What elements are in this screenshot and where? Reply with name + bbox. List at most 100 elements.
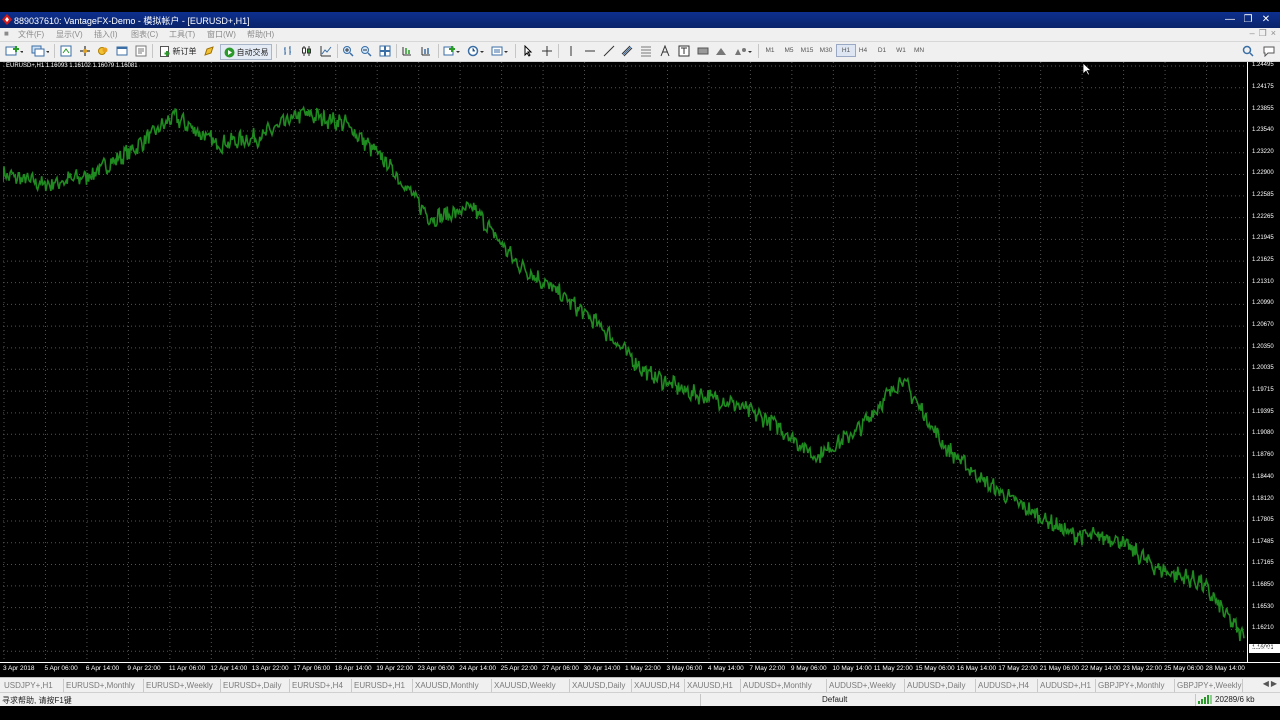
chart-tab[interactable]: EURUSD+,H4	[290, 679, 352, 692]
chart-tab[interactable]: USDJPY+,H1	[2, 679, 64, 692]
timeframe-m5[interactable]: M5	[780, 45, 798, 57]
new-order-button[interactable]: 新订单	[157, 44, 199, 58]
auto-scroll-icon[interactable]	[400, 44, 414, 58]
mdi-close-icon[interactable]: ×	[1271, 28, 1276, 39]
price-tick-label: 1.20670	[1252, 322, 1274, 329]
time-tick-label: 22 May 14:00	[1081, 665, 1121, 672]
mdi-restore-icon[interactable]: ❐	[1259, 28, 1267, 39]
zoom-out-icon[interactable]	[359, 44, 373, 58]
chart-tab[interactable]: XAUUSD,H1	[685, 679, 741, 692]
chart-tab[interactable]: AUDUSD+,Monthly	[741, 679, 827, 692]
chart-tab[interactable]: EURUSD+,H1	[352, 679, 413, 692]
tile-windows-icon[interactable]	[378, 44, 392, 58]
chart-shift-icon[interactable]	[419, 44, 433, 58]
vertical-line-icon[interactable]	[564, 44, 578, 58]
trendline-icon[interactable]	[602, 44, 616, 58]
terminal-icon[interactable]	[115, 44, 129, 58]
menu-charts[interactable]: 图表(C)	[131, 29, 158, 40]
tab-scroll-right-icon[interactable]: ▶	[1271, 679, 1277, 688]
autotrading-button[interactable]: 自动交易	[220, 44, 272, 60]
restore-button[interactable]: ❐	[1240, 13, 1256, 26]
line-chart-icon[interactable]	[319, 44, 333, 58]
price-tick-label: 1.18760	[1252, 452, 1274, 459]
chart-tab[interactable]: EURUSD+,Weekly	[144, 679, 221, 692]
periodicity-button[interactable]	[466, 44, 486, 58]
time-tick-label: 25 Apr 22:00	[500, 665, 538, 672]
price-axis[interactable]: 1.16081 1.24495 1.24175 1.23855 1.23540 1.23…	[1247, 62, 1280, 662]
new-chart-button[interactable]	[4, 44, 24, 58]
tab-scroll-left-icon[interactable]: ◀	[1263, 679, 1269, 688]
chart-tab[interactable]: AUDUSD+,Daily	[905, 679, 976, 692]
close-button[interactable]: ✕	[1258, 13, 1274, 26]
equidistant-channel-icon[interactable]	[620, 44, 634, 58]
zoom-in-icon[interactable]	[341, 44, 355, 58]
meta-editor-icon[interactable]	[202, 44, 216, 58]
timeframe-w1[interactable]: W1	[892, 45, 910, 57]
search-icon[interactable]	[1241, 44, 1255, 58]
text-label-icon[interactable]	[677, 44, 691, 58]
cursor-tool-icon[interactable]	[521, 44, 535, 58]
time-tick-label: 19 Apr 22:00	[376, 665, 414, 672]
chart-tab[interactable]: XAUUSD,H4	[632, 679, 685, 692]
price-tick-label: 1.20350	[1252, 343, 1274, 350]
arrow-mark-icon[interactable]	[714, 44, 728, 58]
chart-tab[interactable]: EURUSD+,Daily	[221, 679, 290, 692]
price-tick-label: 1.22585	[1252, 191, 1274, 198]
timeframe-mn[interactable]: MN	[910, 45, 928, 57]
price-tick-label: 1.21310	[1252, 278, 1274, 285]
price-tick-label: 1.21945	[1252, 235, 1274, 242]
mdi-minimize-icon[interactable]: –	[1250, 28, 1255, 39]
crosshair-tool-icon[interactable]	[540, 44, 554, 58]
menu-view[interactable]: 显示(V)	[56, 29, 83, 40]
time-tick-label: 27 Apr 06:00	[542, 665, 579, 672]
price-tick-label: 1.24495	[1252, 62, 1274, 68]
menu-help[interactable]: 帮助(H)	[247, 29, 274, 40]
more-objects-button[interactable]	[733, 44, 755, 58]
main-toolbar: 新订单 自动交易 M1 M5 M15 M30 H1 H4 D1 W1 MN	[0, 42, 1280, 62]
profiles-button[interactable]	[30, 44, 50, 58]
text-tool-icon[interactable]	[658, 44, 672, 58]
minimize-button[interactable]: —	[1222, 13, 1238, 26]
navigator-icon[interactable]	[96, 44, 110, 58]
timeframe-m15[interactable]: M15	[798, 45, 816, 57]
timeframe-h4[interactable]: H4	[854, 45, 872, 57]
price-chart[interactable]: EURUSD+,H1 1.16093 1.16102 1.16079 1.160…	[3, 62, 1247, 662]
price-tick-label: 1.17165	[1252, 560, 1274, 567]
market-watch-icon[interactable]	[59, 44, 73, 58]
price-tick-label: 1.23855	[1252, 105, 1274, 112]
menu-file[interactable]: 文件(F)	[18, 29, 44, 40]
chart-tab[interactable]: AUDUSD+,H1	[1038, 679, 1096, 692]
chart-tab[interactable]: AUDUSD+,H4	[976, 679, 1038, 692]
strategy-tester-icon[interactable]	[134, 44, 148, 58]
chart-tab[interactable]: GBPJPY+,Monthly	[1096, 679, 1175, 692]
status-profile[interactable]: Default	[822, 695, 847, 704]
data-window-icon[interactable]	[78, 44, 92, 58]
timeframe-d1[interactable]: D1	[873, 45, 891, 57]
chart-tab[interactable]: EURUSD+,Monthly	[64, 679, 144, 692]
timeframe-h1[interactable]: H1	[836, 44, 856, 57]
toolbar-separator	[152, 44, 153, 58]
menu-window[interactable]: 窗口(W)	[207, 29, 236, 40]
horizontal-line-icon[interactable]	[583, 44, 597, 58]
fibonacci-retracement-icon[interactable]	[639, 44, 653, 58]
chart-window-menu-icon[interactable]: ■	[4, 29, 9, 38]
menu-insert[interactable]: 插入(I)	[94, 29, 118, 40]
chart-tab[interactable]: XAUUSD,Daily	[570, 679, 632, 692]
chart-tab[interactable]: XAUUSD,Weekly	[492, 679, 570, 692]
candlestick-chart-icon[interactable]	[300, 44, 314, 58]
chart-canvas[interactable]	[3, 62, 1247, 662]
indicators-button[interactable]	[442, 44, 462, 58]
timeframe-m1[interactable]: M1	[761, 45, 779, 57]
templates-button[interactable]	[490, 44, 510, 58]
chart-tab[interactable]: AUDUSD+,Weekly	[827, 679, 905, 692]
timeframe-m30[interactable]: M30	[817, 45, 835, 57]
price-tick-label: 1.16530	[1252, 603, 1274, 610]
bar-chart-icon[interactable]	[281, 44, 295, 58]
toolbar-separator	[758, 44, 759, 58]
time-axis[interactable]: 3 Apr 2018 5 Apr 06:00 6 Apr 14:00 9 Apr 22…	[0, 662, 1280, 677]
chart-tab[interactable]: XAUUSD,Monthly	[413, 679, 492, 692]
menu-tools[interactable]: 工具(T)	[169, 29, 195, 40]
chart-tab[interactable]: GBPJPY+,Weekly	[1175, 679, 1243, 692]
chat-icon[interactable]	[1262, 44, 1276, 58]
rectangle-tool-icon[interactable]	[696, 44, 710, 58]
